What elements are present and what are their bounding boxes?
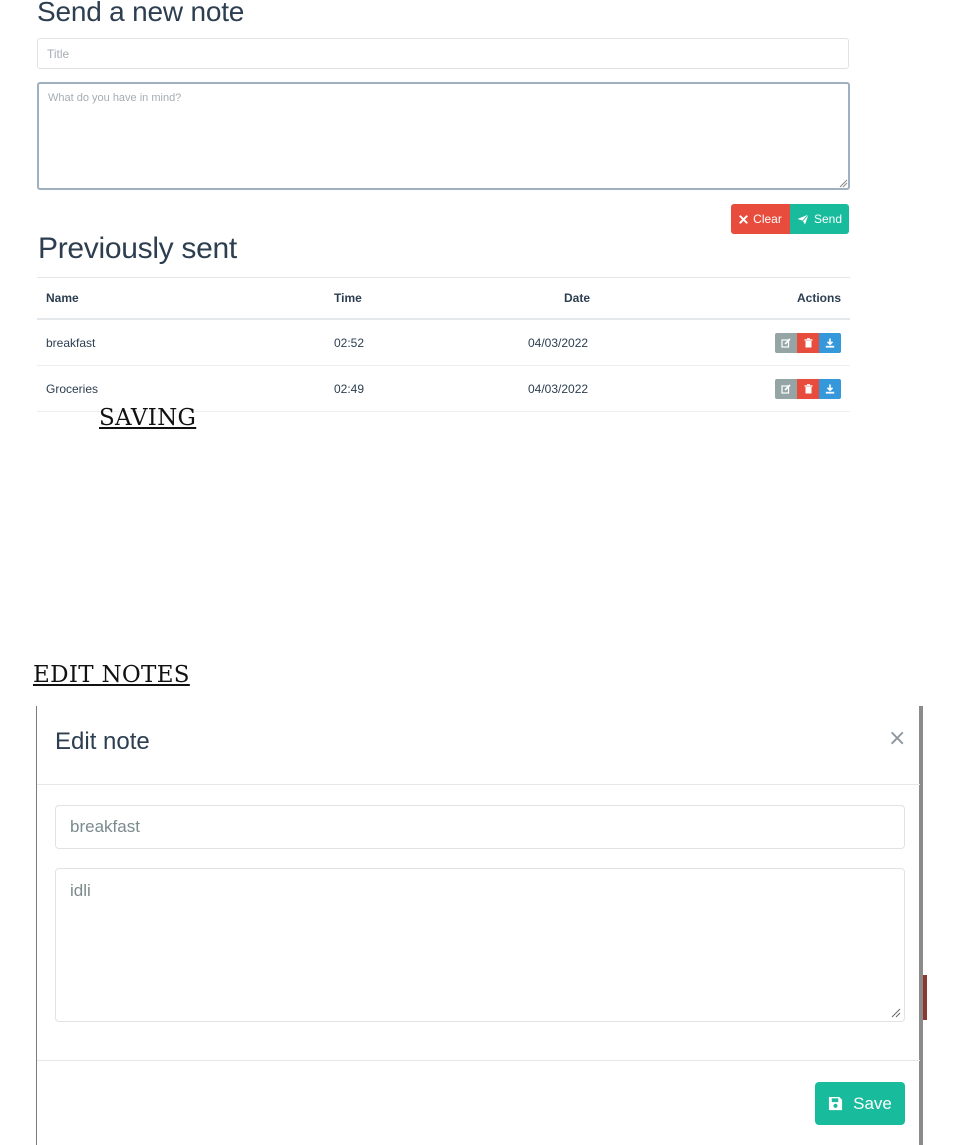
- resize-handle-icon[interactable]: [838, 178, 848, 188]
- saving-caption: SAVING: [99, 405, 197, 431]
- edit-note-modal: Edit note × idli Save: [36, 706, 923, 1145]
- send-note-heading: Send a new note: [37, 0, 245, 27]
- title-input[interactable]: [37, 38, 849, 69]
- table-row: breakfast 02:52 04/03/2022: [37, 320, 850, 366]
- column-header-name: Name: [46, 291, 79, 305]
- modal-footer-divider: [37, 1060, 920, 1061]
- edit-note-button[interactable]: [775, 332, 797, 353]
- note-time: 02:52: [334, 335, 365, 350]
- paper-plane-icon: [797, 213, 809, 224]
- edit-icon: [781, 383, 791, 394]
- trash-icon: [804, 337, 812, 347]
- note-time: 02:49: [334, 381, 365, 396]
- column-header-date: Date: [564, 291, 591, 305]
- edit-icon: [781, 337, 791, 348]
- column-header-time: Time: [334, 291, 362, 305]
- notes-table: Name Time Date Actions breakfast 02:52 0…: [37, 277, 850, 412]
- table-header-row: Name Time Date Actions: [37, 277, 850, 320]
- note-body-input[interactable]: [37, 82, 850, 190]
- delete-note-button[interactable]: [797, 332, 819, 353]
- trash-icon: [804, 383, 812, 393]
- send-label: Send: [813, 212, 843, 226]
- modal-title: Edit note: [55, 728, 150, 755]
- download-icon: [825, 384, 835, 394]
- resize-handle-icon[interactable]: [890, 1007, 901, 1018]
- close-icon[interactable]: ×: [888, 726, 906, 751]
- clear-button[interactable]: Clear: [731, 204, 790, 234]
- download-note-button[interactable]: [819, 378, 841, 399]
- save-label: Save: [853, 1093, 892, 1113]
- note-name: breakfast: [46, 335, 96, 350]
- clear-label: Clear: [753, 212, 782, 226]
- edit-note-button[interactable]: [775, 378, 797, 399]
- download-note-button[interactable]: [819, 332, 841, 353]
- floppy-disk-icon: [829, 1096, 843, 1111]
- row-actions: [775, 378, 841, 399]
- note-date: 04/03/2022: [528, 381, 589, 396]
- note-date: 04/03/2022: [528, 335, 589, 350]
- download-icon: [825, 338, 835, 348]
- previously-sent-heading: Previously sent: [38, 232, 237, 265]
- modal-header-divider: [37, 784, 920, 785]
- note-name: Groceries: [46, 381, 99, 396]
- column-header-actions: Actions: [796, 291, 841, 305]
- edit-notes-caption: EDIT NOTES: [33, 662, 190, 688]
- save-button[interactable]: Save: [815, 1082, 905, 1125]
- edit-body-input[interactable]: idli: [55, 868, 905, 1022]
- edit-title-input[interactable]: [55, 805, 905, 849]
- row-actions: [775, 332, 841, 353]
- times-icon: [739, 214, 748, 224]
- send-button[interactable]: Send: [790, 204, 849, 234]
- delete-note-button[interactable]: [797, 378, 819, 399]
